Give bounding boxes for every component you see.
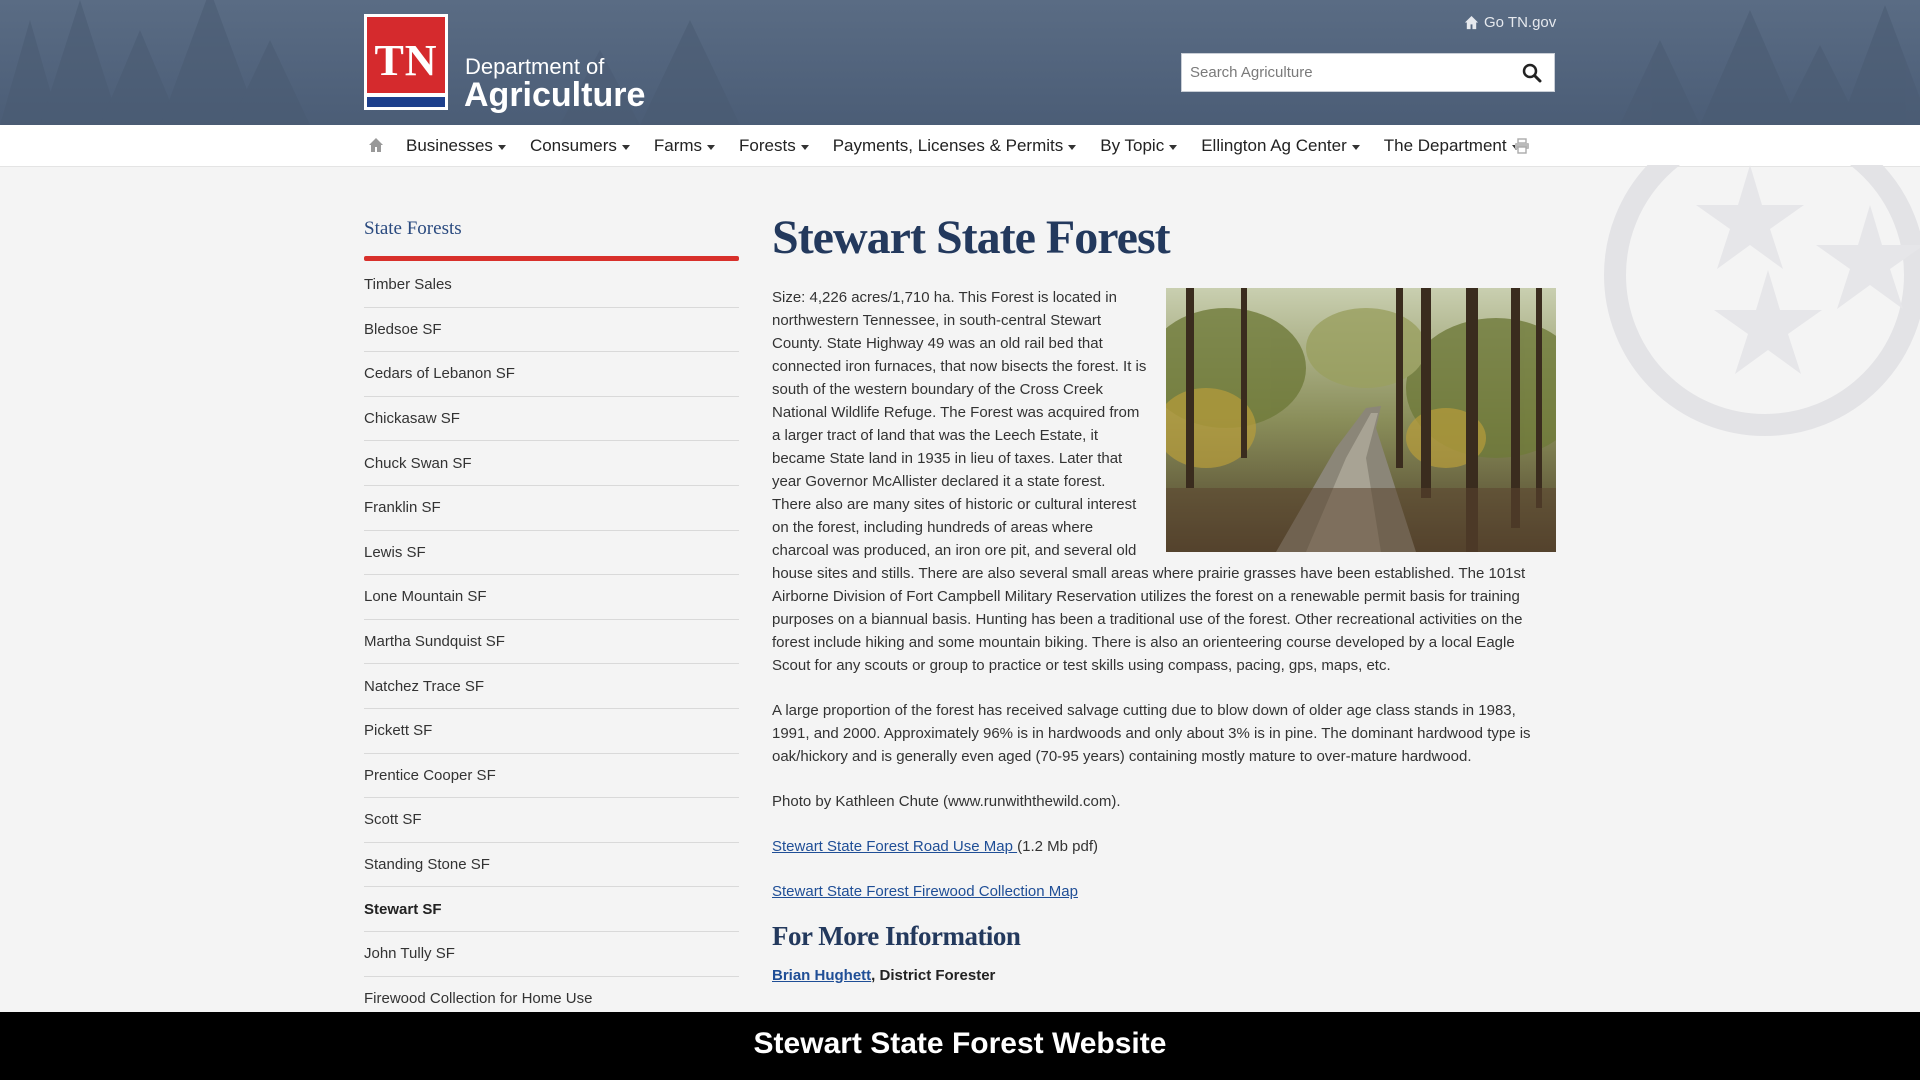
photo-credit: Photo by Kathleen Chute (www.runwiththew… xyxy=(772,793,1121,810)
nav-item-businesses[interactable]: Businesses xyxy=(406,136,506,156)
sidebar-item-prentice-cooper[interactable]: Prentice Cooper SF xyxy=(364,754,739,799)
nav-item-ellington[interactable]: Ellington Ag Center xyxy=(1201,136,1360,156)
sidebar: State Forests Timber Sales Bledsoe SF Ce… xyxy=(364,218,739,1022)
home-icon[interactable] xyxy=(368,137,384,153)
sidebar-list: Timber Sales Bledsoe SF Cedars of Lebano… xyxy=(364,263,739,1022)
sidebar-item-stewart[interactable]: Stewart SF xyxy=(364,887,739,932)
forest-road-photo xyxy=(1166,288,1556,552)
department-name: Agriculture xyxy=(464,76,646,114)
search-icon[interactable] xyxy=(1522,63,1542,83)
caret-down-icon xyxy=(1169,144,1178,150)
sidebar-item-franklin[interactable]: Franklin SF xyxy=(364,486,739,531)
sidebar-item-chickasaw[interactable]: Chickasaw SF xyxy=(364,397,739,442)
sidebar-item-standing-stone[interactable]: Standing Stone SF xyxy=(364,843,739,888)
search-box xyxy=(1181,53,1555,92)
page-title: Stewart State Forest xyxy=(772,211,1171,264)
nav-item-forests[interactable]: Forests xyxy=(739,136,809,156)
logo-text: TN xyxy=(374,36,438,85)
article-body: Size: 4,226 acres/1,710 ha. This Forest … xyxy=(772,286,1556,987)
tn-logo[interactable]: TN xyxy=(364,14,448,110)
caret-down-icon xyxy=(707,144,716,150)
go-tn-link[interactable]: Go TN.gov xyxy=(1464,14,1556,31)
caret-down-icon xyxy=(621,144,630,150)
sidebar-item-lewis[interactable]: Lewis SF xyxy=(364,531,739,576)
sidebar-item-natchez-trace[interactable]: Natchez Trace SF xyxy=(364,664,739,709)
sidebar-item-timber-sales[interactable]: Timber Sales xyxy=(364,263,739,308)
caret-down-icon xyxy=(800,144,809,150)
firewood-map-link[interactable]: Stewart State Forest Firewood Collection… xyxy=(772,883,1078,900)
sidebar-item-pickett[interactable]: Pickett SF xyxy=(364,709,739,754)
caret-down-icon xyxy=(497,144,506,150)
road-map-line: Stewart State Forest Road Use Map (1.2 M… xyxy=(772,835,1556,858)
road-map-size: (1.2 Mb pdf) xyxy=(1017,838,1098,855)
search-input[interactable] xyxy=(1190,54,1510,91)
firewood-map-line: Stewart State Forest Firewood Collection… xyxy=(772,880,1556,903)
more-info-heading: For More Information xyxy=(772,921,1021,951)
caret-down-icon xyxy=(1068,144,1077,150)
sidebar-title[interactable]: State Forests xyxy=(364,218,739,256)
forest-background xyxy=(0,0,1920,125)
sidebar-divider xyxy=(364,256,739,261)
contact-role: , District Forester xyxy=(871,967,996,984)
contact-line: Brian Hughett, District Forester xyxy=(772,964,1556,987)
nav-item-by-topic[interactable]: By Topic xyxy=(1100,136,1178,156)
sidebar-item-cedars-of-lebanon[interactable]: Cedars of Lebanon SF xyxy=(364,352,739,397)
sidebar-item-chuck-swan[interactable]: Chuck Swan SF xyxy=(364,441,739,486)
nav-item-farms[interactable]: Farms xyxy=(654,136,716,156)
contact-name-link[interactable]: Brian Hughett xyxy=(772,967,871,984)
sidebar-item-scott[interactable]: Scott SF xyxy=(364,798,739,843)
sidebar-item-john-tully[interactable]: John Tully SF xyxy=(364,932,739,977)
nav-item-payments[interactable]: Payments, Licenses & Permits xyxy=(833,136,1077,156)
nav-item-department[interactable]: The Department xyxy=(1384,136,1520,156)
print-icon[interactable] xyxy=(1514,138,1530,154)
home-icon xyxy=(1464,15,1479,30)
main-nav: Businesses Consumers Farms Forests Payme… xyxy=(0,125,1920,167)
caret-down-icon xyxy=(1351,144,1360,150)
sidebar-item-lone-mountain[interactable]: Lone Mountain SF xyxy=(364,575,739,620)
sidebar-item-martha-sundquist[interactable]: Martha Sundquist SF xyxy=(364,620,739,665)
main-content: Stewart State Forest Size: 4,226 acres/1… xyxy=(772,210,1556,987)
road-use-map-link[interactable]: Stewart State Forest Road Use Map xyxy=(772,838,1017,855)
go-tn-label: Go TN.gov xyxy=(1484,14,1557,31)
nav-item-consumers[interactable]: Consumers xyxy=(530,136,630,156)
video-caption: Stewart State Forest Website xyxy=(0,1012,1920,1080)
tristar-watermark xyxy=(1604,165,1920,436)
sidebar-item-bledsoe[interactable]: Bledsoe SF xyxy=(364,308,739,353)
site-header: TN Department of Agriculture Go TN.gov xyxy=(0,0,1920,125)
forest-management: A large proportion of the forest has rec… xyxy=(772,702,1531,765)
